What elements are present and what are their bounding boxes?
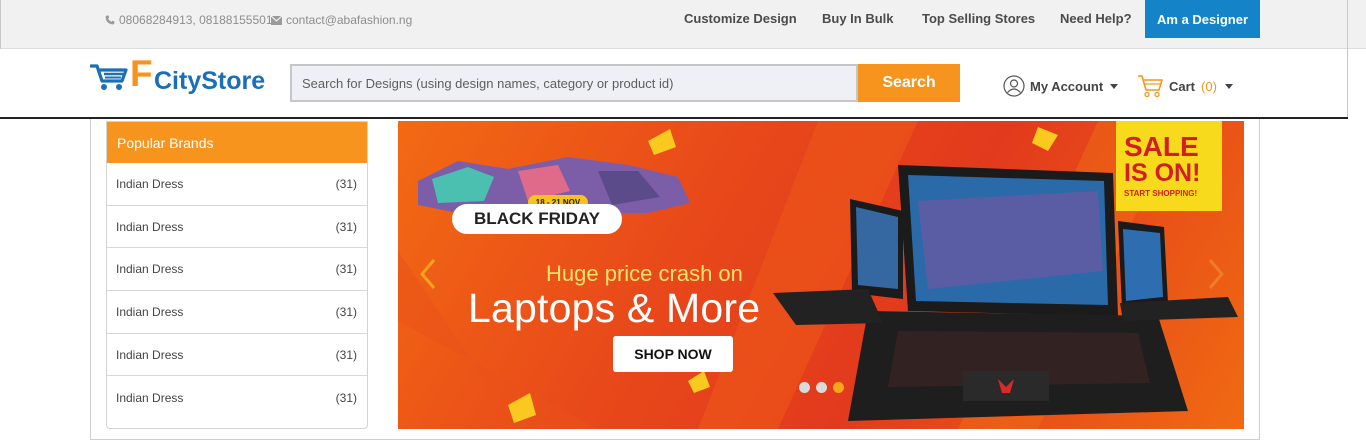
phone-icon <box>105 15 115 25</box>
brand-name[interactable]: Indian Dress <box>116 391 183 405</box>
email-contact[interactable]: contact@abafashion.ng <box>271 12 412 28</box>
brand-name[interactable]: Indian Dress <box>116 348 183 362</box>
promo-banner-slider[interactable]: 18 - 21 NOV BLACK FRIDAY Huge price cras… <box>398 121 1244 429</box>
slide-dot-1[interactable] <box>799 382 810 393</box>
banner-title: Laptops & More <box>468 285 761 331</box>
chevron-left-icon[interactable] <box>416 256 440 292</box>
my-account-label: My Account <box>1030 78 1104 94</box>
logo-letter: F <box>130 53 153 94</box>
right-edge <box>1347 49 1348 119</box>
brand-item[interactable]: Indian Dress (31) <box>107 163 367 206</box>
brand-item[interactable]: Indian Dress (31) <box>107 248 367 292</box>
user-icon <box>1003 75 1025 97</box>
brand-count: (31) <box>335 176 357 191</box>
brand-count: (31) <box>335 347 357 362</box>
sale-line-3: START SHOPPING! <box>1124 189 1198 198</box>
left-edge <box>0 0 1 49</box>
top-bar: 08068284913, 08188155501 contact@abafash… <box>0 0 1366 49</box>
email-address[interactable]: contact@abafashion.ng <box>286 13 412 27</box>
chevron-right-icon[interactable] <box>1204 256 1228 292</box>
brand-item[interactable]: Indian Dress (31) <box>107 206 367 249</box>
phone-contact: 08068284913, 08188155501 <box>105 12 273 28</box>
logo-text: CityStore <box>154 67 266 95</box>
right-edge <box>1347 0 1348 49</box>
shopping-cart-icon <box>1138 75 1163 98</box>
search-input[interactable] <box>290 64 858 102</box>
popular-brands-panel: Popular Brands Indian Dress (31) Indian … <box>106 121 368 429</box>
nav-need-help[interactable]: Need Help? <box>1060 11 1132 29</box>
brand-item[interactable]: Indian Dress (31) <box>107 291 367 334</box>
cart-label: Cart <box>1169 78 1196 94</box>
brand-name[interactable]: Indian Dress <box>116 220 183 234</box>
main-header: F CityStore Search My Account Cart (0) <box>0 49 1366 119</box>
nav-customize-design[interactable]: Customize Design <box>684 11 797 29</box>
sale-badge: SALE IS ON! START SHOPPING! <box>1116 121 1222 211</box>
chevron-down-icon <box>1224 83 1233 89</box>
sale-line-2: IS ON! <box>1124 159 1201 187</box>
chevron-down-icon <box>1110 83 1119 89</box>
phone-numbers: 08068284913, 08188155501 <box>119 13 273 27</box>
brand-item[interactable]: Indian Dress (31) <box>107 334 367 377</box>
cart-count: (0) <box>1201 78 1217 94</box>
brand-name[interactable]: Indian Dress <box>116 177 183 191</box>
search-button[interactable]: Search <box>858 64 960 102</box>
brand-item[interactable]: Indian Dress (31) <box>107 376 367 419</box>
nav-buy-in-bulk[interactable]: Buy In Bulk <box>822 11 894 29</box>
event-name-tag: BLACK FRIDAY <box>452 204 622 234</box>
brand-count: (31) <box>335 219 357 234</box>
logo-cart-icon <box>90 64 128 90</box>
brand-count: (31) <box>335 262 357 277</box>
shop-now-button[interactable]: SHOP NOW <box>613 336 733 372</box>
sale-line-1: SALE <box>1124 131 1199 162</box>
envelope-icon <box>271 15 282 25</box>
slide-dot-3[interactable] <box>833 382 844 393</box>
popular-brands-title: Popular Brands <box>107 122 367 163</box>
am-a-designer-button[interactable]: Am a Designer <box>1145 0 1260 38</box>
brand-count: (31) <box>335 390 357 405</box>
brand-name[interactable]: Indian Dress <box>116 262 183 276</box>
brand-count: (31) <box>335 304 357 319</box>
slide-indicators <box>799 382 844 393</box>
brand-name[interactable]: Indian Dress <box>116 305 183 319</box>
slide-dot-2[interactable] <box>816 382 827 393</box>
my-account-menu[interactable]: My Account <box>1003 75 1119 97</box>
cart-menu[interactable]: Cart (0) <box>1137 73 1233 99</box>
nav-top-selling-stores[interactable]: Top Selling Stores <box>922 11 1035 29</box>
banner-headline: Huge price crash on <box>546 261 743 286</box>
